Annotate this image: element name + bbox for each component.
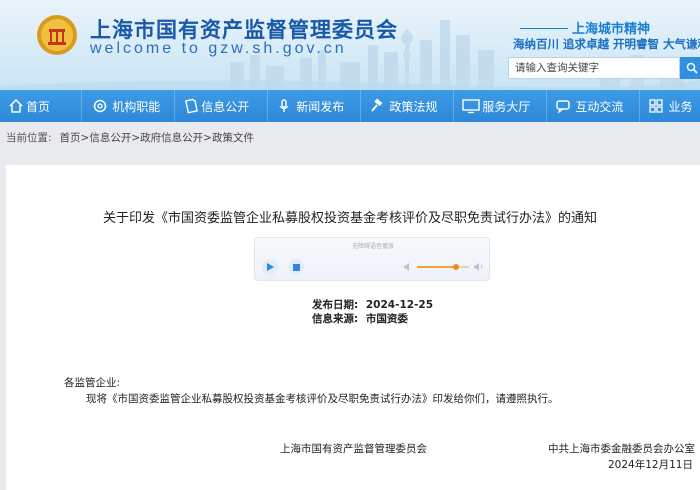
microphone-icon (279, 99, 289, 112)
site-header: 上海市国有资产监督管理委员会 welcome to gzw.sh.gov.cn … (0, 0, 700, 90)
nav-item-interaction[interactable]: 互动交流 (547, 90, 641, 122)
nav-label: 机构职能 (112, 99, 161, 114)
gavel-icon (371, 98, 383, 112)
breadcrumb-home-link[interactable]: 首页 (60, 130, 81, 145)
chat-icon (556, 100, 571, 114)
nav-label: 服务大厅 (482, 99, 531, 114)
salutation: 各监管企业: (64, 377, 121, 389)
publish-date-value: 2024-12-25 (365, 299, 434, 311)
play-icon (267, 263, 274, 271)
stop-button[interactable] (288, 259, 304, 275)
play-button[interactable] (262, 259, 278, 275)
nav-item-service[interactable]: 服务大厅 (454, 90, 548, 122)
source-value: 市国资委 (365, 313, 408, 325)
source-row: 信息来源: 市国资委 (312, 311, 408, 326)
volume-slider-thumb[interactable] (453, 264, 459, 270)
nav-item-business[interactable]: 业务 (640, 90, 700, 122)
nav-item-functions[interactable]: 机构职能 (82, 90, 176, 122)
nav-item-policy[interactable]: 政策法规 (361, 90, 455, 122)
nav-label: 政策法规 (389, 99, 438, 114)
stop-icon (292, 263, 300, 271)
breadcrumb-policy-docs-link[interactable]: >政策文件 (203, 130, 254, 145)
article-panel: 关于印发《市国资委监管企业私募股权投资基金考核评价及尽职免责试行办法》的通知 无… (6, 165, 700, 490)
source-label: 信息来源: (312, 313, 359, 325)
emblem-logo-icon (37, 15, 77, 55)
spirit-title: 上海城市精神 (572, 22, 651, 37)
search-input[interactable] (508, 57, 680, 79)
nav-label: 业务 (668, 99, 693, 114)
nav-label: 新闻发布 (296, 99, 345, 114)
breadcrumb-gov-info-link[interactable]: >政府信息公开 (131, 130, 203, 145)
nav-label: 互动交流 (575, 99, 624, 114)
sign-date: 2024年12月11日 (608, 459, 693, 471)
document-icon (185, 98, 199, 114)
publish-date-row: 发布日期: 2024-12-25 (312, 297, 433, 312)
main-nav: 首页 机构职能 信息公开 新闻发布 政策法规 服务大厅 互动交流 业务 (0, 90, 700, 122)
spirit-slogan: 海纳百川 追求卓越 开明睿智 大气谦和 (513, 37, 700, 51)
audio-player: 无障碍语音播放 (254, 237, 490, 281)
nav-item-info-public[interactable]: 信息公开 (175, 90, 269, 122)
player-caption: 无障碍语音播放 (351, 243, 394, 250)
grid-icon (649, 99, 664, 113)
volume-slider[interactable] (417, 264, 469, 270)
breadcrumb-info-public-link[interactable]: >信息公开 (81, 130, 132, 145)
signer-sasac: 上海市国有资产监督管理委员会 (280, 443, 427, 455)
nav-label: 信息公开 (201, 99, 250, 114)
volume-slider-fill (417, 266, 456, 268)
decorative-rule (520, 28, 568, 29)
nav-label: 首页 (26, 99, 51, 114)
search-button[interactable] (680, 57, 700, 79)
volume-high-icon[interactable] (473, 262, 485, 272)
search-icon (686, 62, 698, 74)
publish-date-label: 发布日期: (312, 299, 359, 311)
volume-low-icon[interactable] (403, 262, 413, 272)
breadcrumb-label: 当前位置: (6, 131, 52, 144)
article-title: 关于印发《市国资委监管企业私募股权投资基金考核评价及尽职免责试行办法》的通知 (102, 211, 597, 226)
nav-item-home[interactable]: 首页 (0, 90, 83, 122)
signer-finance-office: 中共上海市委金融委员会办公室 (548, 443, 695, 455)
nav-item-news[interactable]: 新闻发布 (268, 90, 362, 122)
breadcrumb: 当前位置: 首页 >信息公开 >政府信息公开 >政策文件 (0, 122, 700, 152)
home-icon (9, 98, 23, 113)
monitor-icon (462, 99, 481, 114)
site-url: welcome to gzw.sh.gov.cn (90, 40, 347, 57)
gear-icon (93, 99, 107, 113)
body-paragraph: 现将《市国资委监管企业私募股权投资基金考核评价及尽职免责试行办法》印发给你们，请… (86, 393, 559, 405)
